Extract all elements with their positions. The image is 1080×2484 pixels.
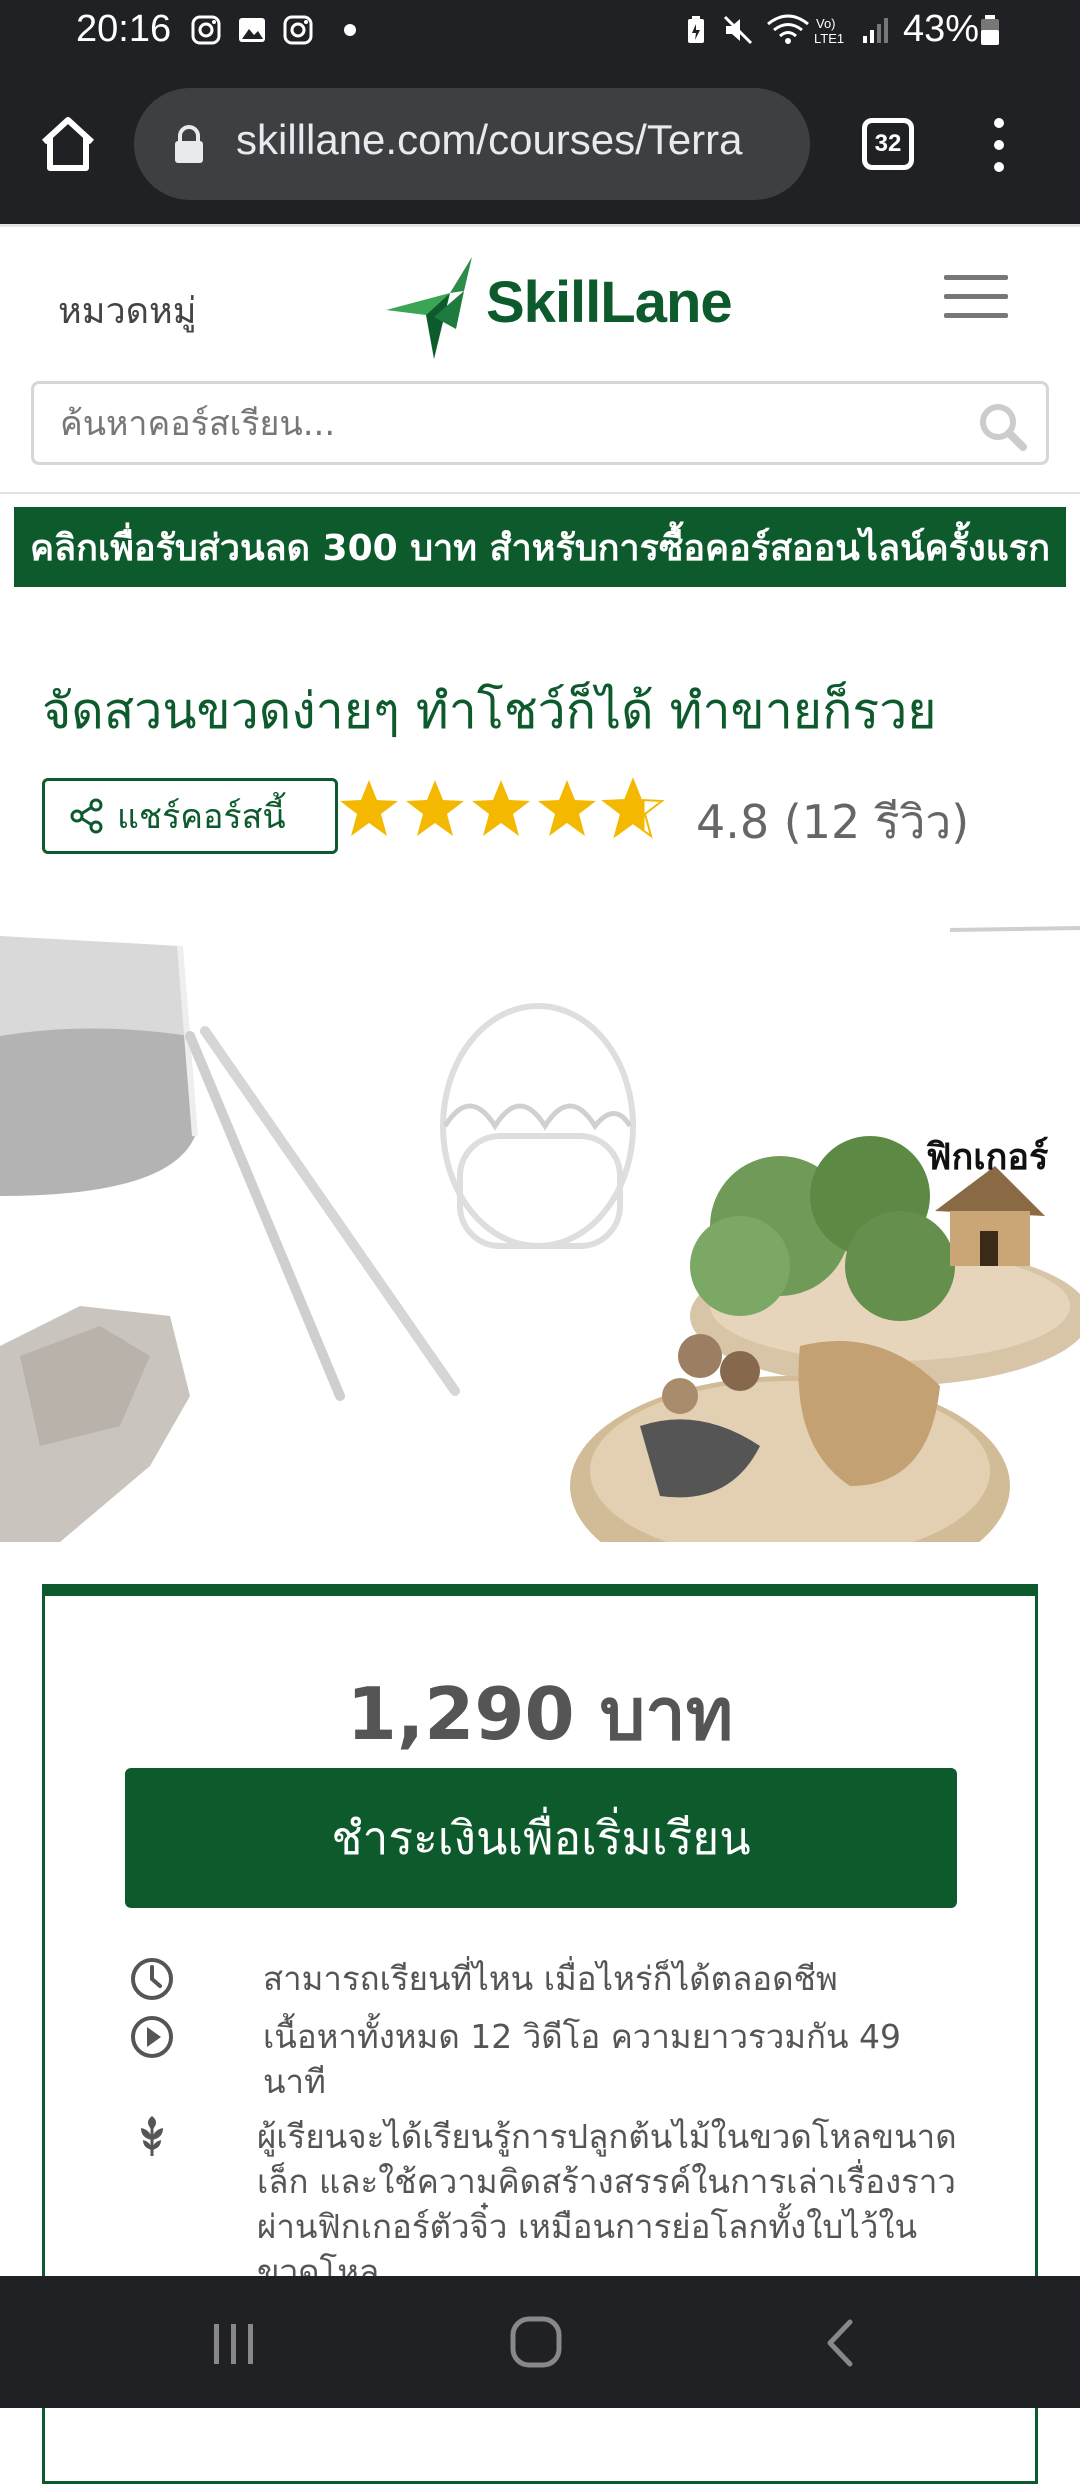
url-bar[interactable]: skilllane.com/courses/Terra xyxy=(134,88,810,200)
feature-text: สามารถเรียนที่ไหน เมื่อไหร่ก็ได้ตลอดชีพ xyxy=(263,1959,838,1998)
logo-mark-icon xyxy=(386,257,472,359)
browser-toolbar: skilllane.com/courses/Terra 32 xyxy=(0,66,1080,224)
course-price: 1,290 บาท xyxy=(346,1672,734,1756)
feature-text: เนื้อหาทั้งหมด 12 วิดีโอ ความยาวรวมกัน 4… xyxy=(263,2017,902,2101)
home-nav-icon[interactable] xyxy=(508,2314,564,2370)
wifi-icon xyxy=(767,14,809,44)
star-icon xyxy=(538,780,596,836)
instagram-icon xyxy=(191,15,221,45)
course-hero-image: ฟิกเกอร์ xyxy=(0,926,1080,1542)
star-icon xyxy=(406,780,464,836)
logo-text: SkillLane xyxy=(486,270,733,335)
terrarium-illustration xyxy=(0,926,1080,1542)
back-icon[interactable] xyxy=(822,2318,858,2368)
search-input[interactable] xyxy=(58,396,938,452)
share-course-button[interactable]: แชร์คอร์สนี้ xyxy=(42,778,338,854)
share-label: แชร์คอร์สนี้ xyxy=(117,797,286,837)
more-options-icon[interactable] xyxy=(984,110,1014,180)
gallery-icon xyxy=(239,18,265,42)
star-icon xyxy=(472,780,530,836)
battery-saver-icon xyxy=(688,16,704,43)
promo-banner[interactable]: คลิกเพื่อรับส่วนลด 300 บาท สำหรับการซื้อ… xyxy=(14,507,1066,587)
instagram-icon xyxy=(283,15,313,45)
battery-percent: 43% xyxy=(903,8,980,50)
recent-apps-icon[interactable] xyxy=(206,2322,262,2366)
status-bar: 20:16 Vo) LTE1 43% xyxy=(0,0,1080,66)
android-nav-bar xyxy=(0,2276,1080,2408)
star-icon xyxy=(340,780,398,836)
status-time: 20:16 xyxy=(76,8,172,50)
star-rating xyxy=(336,776,666,846)
volte-icon: Vo)LTE1 xyxy=(814,16,844,46)
dot-icon xyxy=(344,24,356,36)
lock-icon xyxy=(175,125,203,163)
site-header: หมวดหมู่ SkillLane xyxy=(0,224,1080,494)
mute-icon xyxy=(723,15,753,45)
tab-switcher-button[interactable]: 32 xyxy=(862,118,914,170)
half-star-icon xyxy=(601,777,665,839)
course-title: จัดสวนขวดง่ายๆ ทำโชว์ก็ได้ ทำขายก็รวย xyxy=(42,682,937,740)
buy-course-button[interactable]: ชำระเงินเพื่อเริ่มเรียน xyxy=(125,1768,957,1908)
rating-summary: 4.8 (12 รีวิว) xyxy=(696,795,970,849)
clock-icon xyxy=(131,1958,173,2000)
hamburger-menu-icon[interactable] xyxy=(944,275,1008,321)
search-icon[interactable] xyxy=(976,400,1028,452)
svg-text:Vo): Vo) xyxy=(816,16,836,31)
url-text: skilllane.com/courses/Terra xyxy=(236,116,743,163)
share-icon xyxy=(70,798,103,834)
home-icon[interactable] xyxy=(36,112,100,176)
feature-text: ผู้เรียนจะได้เรียนรู้การปลูกต้นไม้ในขวดโ… xyxy=(257,2117,957,2291)
figure-label: ฟิกเกอร์ xyxy=(926,1137,1049,1178)
categories-menu[interactable]: หมวดหมู่ xyxy=(58,282,197,339)
search-box[interactable] xyxy=(31,381,1049,465)
battery-icon xyxy=(981,15,999,45)
play-icon xyxy=(131,2016,173,2058)
svg-text:LTE1: LTE1 xyxy=(814,31,844,46)
skilllane-logo[interactable]: SkillLane xyxy=(386,247,733,367)
plant-icon xyxy=(141,2116,163,2156)
signal-icon xyxy=(863,18,888,43)
